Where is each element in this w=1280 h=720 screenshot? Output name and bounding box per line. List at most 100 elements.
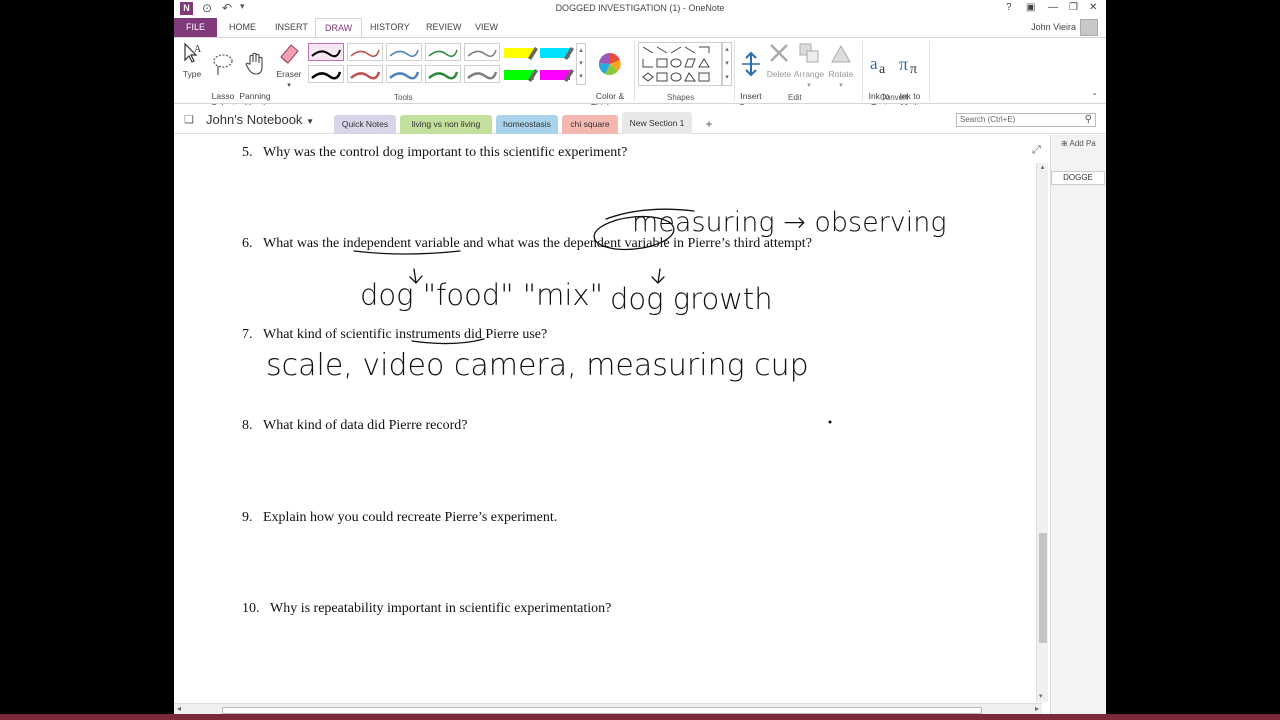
rotate-button[interactable]: Rotate ▾ (826, 40, 856, 91)
pen-stroke-icon (467, 49, 497, 57)
delete-button[interactable]: Delete (764, 40, 794, 80)
pen-stroke-icon (311, 71, 342, 80)
section-tab-new-section-1[interactable]: New Section 1 (622, 112, 692, 134)
group-label-tools: Tools (394, 93, 413, 102)
page-canvas[interactable]: 5. Why was the control dog important to … (174, 135, 1042, 702)
vertical-scroll-thumb[interactable] (1039, 533, 1047, 643)
svg-text:π: π (910, 62, 917, 77)
add-page-button[interactable]: ⊕ Add Pa (1061, 139, 1096, 148)
ribbon-tab-bar: FILE HOME INSERT DRAW HISTORY REVIEW VIE… (174, 18, 1106, 38)
svg-text:a: a (870, 54, 878, 73)
eraser-button[interactable]: Eraser ▾ (274, 40, 304, 91)
tab-view[interactable]: VIEW (466, 18, 507, 37)
hand-icon (245, 52, 263, 75)
user-name[interactable]: John Vieira (1031, 22, 1076, 32)
expand-page-icon[interactable]: ⤢ (1032, 144, 1041, 157)
shapes-icon (642, 46, 710, 82)
scroll-up-icon[interactable]: ▴ (1037, 163, 1048, 171)
close-icon[interactable]: ✕ (1089, 2, 1097, 13)
ink-to-text-button[interactable]: aa Ink to Text (864, 40, 894, 113)
notebook-icon: ❏ (184, 114, 194, 126)
pen-swatch[interactable] (308, 43, 344, 61)
panning-hand-button[interactable]: Panning Hand (238, 40, 272, 113)
arrow-to-dependent-ink (651, 268, 665, 284)
svg-text:π: π (899, 54, 908, 74)
section-tab-quick-notes[interactable]: Quick Notes (334, 115, 396, 134)
tab-file[interactable]: FILE (174, 18, 217, 37)
vertical-scrollbar[interactable]: ▴ ▾ (1036, 163, 1048, 702)
highlighter-swatch[interactable] (538, 44, 574, 62)
tab-draw[interactable]: DRAW (315, 18, 363, 38)
help-icon[interactable]: ? (1006, 2, 1012, 13)
group-label-convert: Convert (880, 93, 909, 102)
ink-to-text-icon: aa (870, 54, 886, 77)
color-thickness-button[interactable]: Color & Thickness (588, 40, 632, 113)
title-bar: N ⊙ ↶ ▾ DOGGED INVESTIGATION (1) - OneNo… (174, 0, 1106, 18)
pen-swatch[interactable] (425, 65, 461, 83)
search-input[interactable]: Search (Ctrl+E) (956, 113, 1096, 127)
window-title: DOGGED INVESTIGATION (1) - OneNote (555, 3, 725, 13)
pen-stroke-icon (389, 71, 420, 80)
ribbon-display-icon[interactable]: ▣ (1026, 2, 1035, 13)
handwriting-measuring-observing: measuring → observing (632, 207, 947, 238)
notebook-bar: ❏ John's Notebook ▼ Quick Notes living v… (174, 105, 1106, 134)
pen-swatch[interactable] (464, 43, 500, 61)
highlighter-swatch[interactable] (538, 66, 574, 84)
tab-home[interactable]: HOME (220, 18, 265, 37)
search-icon[interactable]: ⚲ (1085, 114, 1092, 125)
collapse-ribbon-icon[interactable]: ⌃ (1091, 92, 1098, 101)
pen-swatch[interactable] (347, 65, 383, 83)
notebook-name[interactable]: John's Notebook ▼ (206, 112, 314, 127)
tab-review[interactable]: REVIEW (417, 18, 471, 37)
rotate-icon (831, 44, 851, 63)
pen-stroke-icon (311, 49, 341, 58)
pen-swatch[interactable] (386, 43, 422, 61)
pen-swatch[interactable] (425, 43, 461, 61)
handwriting-dog-food-mix: dog "food" "mix" (360, 278, 603, 312)
insert-space-button[interactable]: Insert Space (734, 40, 768, 113)
ink-to-math-icon: ππ (899, 54, 917, 77)
ink-to-math-button[interactable]: ππ Ink to Math (894, 40, 926, 113)
pen-swatch[interactable] (347, 43, 383, 61)
type-cursor-icon: A (184, 42, 202, 63)
type-button[interactable]: A Type (178, 40, 206, 80)
section-tab-chi-square[interactable]: chi square (562, 115, 618, 134)
pen-swatch[interactable] (386, 65, 422, 83)
arrange-icon (799, 43, 819, 63)
pen-swatch[interactable] (308, 65, 344, 83)
highlighter-pen-icon (528, 69, 538, 82)
lasso-select-button[interactable]: Lasso Select (208, 40, 238, 113)
shapes-gallery[interactable] (638, 42, 722, 86)
scroll-right-icon[interactable]: ▸ (1035, 704, 1039, 713)
avatar[interactable] (1080, 19, 1098, 36)
highlighter-swatch[interactable] (502, 44, 538, 62)
group-label-shapes: Shapes (667, 93, 695, 102)
page-list-pane: ⊕ Add Pa DOGGE (1050, 135, 1106, 720)
highlighter-pen-icon (564, 69, 574, 82)
highlighter-swatch[interactable] (502, 66, 538, 84)
highlighter-pen-icon (528, 47, 538, 60)
pen-swatch[interactable] (464, 65, 500, 83)
pen-gallery-scroll[interactable]: ▴ ▾ ▾ (576, 43, 586, 85)
shapes-gallery-scroll[interactable]: ▴ ▾ ▾ (722, 42, 732, 86)
tab-insert[interactable]: INSERT (266, 18, 317, 37)
scroll-left-icon[interactable]: ◂ (177, 704, 181, 713)
section-tab-living-vs-non-living[interactable]: living vs non living (400, 115, 492, 134)
onenote-window: N ⊙ ↶ ▾ DOGGED INVESTIGATION (1) - OneNo… (174, 0, 1106, 720)
color-wheel-icon (598, 52, 621, 75)
arrange-button[interactable]: Arrange ▾ (792, 40, 826, 91)
add-section-button[interactable]: + (698, 115, 720, 134)
scroll-down-icon[interactable]: ▾ (1039, 692, 1043, 700)
tab-history[interactable]: HISTORY (361, 18, 419, 37)
page-tab-dogged-investigation[interactable]: DOGGE (1051, 171, 1105, 185)
horizontal-scroll-thumb[interactable] (222, 707, 982, 714)
taskbar-strip (0, 714, 1280, 720)
insert-space-icon (742, 51, 760, 77)
handwriting-instruments: scale, video camera, measuring cup (266, 348, 809, 383)
section-tab-homeostasis[interactable]: homeostasis (496, 115, 558, 134)
restore-icon[interactable]: ❐ (1069, 2, 1078, 13)
underline-independent-ink (353, 250, 461, 255)
minimize-icon[interactable]: — (1048, 2, 1058, 13)
handwriting-dog-growth: dog growth (610, 282, 773, 316)
ribbon: A Type Lasso Select Panning Hand Eraser … (174, 37, 1106, 112)
